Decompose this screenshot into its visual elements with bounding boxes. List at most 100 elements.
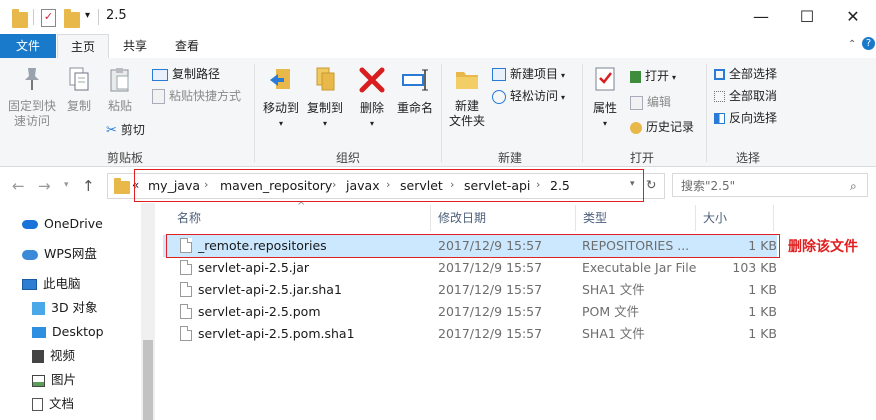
ribbon: 固定到快 速访问 复制 粘贴 复制路径 粘贴快捷方式 ✂ 剪切 剪贴板 移动到 ▾… bbox=[0, 58, 876, 167]
nav-item-label: WPS网盘 bbox=[44, 246, 97, 261]
column-divider[interactable] bbox=[575, 205, 576, 231]
paste-shortcut-button[interactable]: 粘贴快捷方式 bbox=[152, 86, 241, 106]
copy-path-icon bbox=[152, 68, 168, 81]
minimize-button[interactable]: — bbox=[738, 4, 784, 30]
refresh-icon[interactable]: ↻ bbox=[646, 177, 656, 192]
edit-label: 编辑 bbox=[647, 95, 672, 109]
tab-file[interactable]: 文件 bbox=[0, 34, 56, 58]
nav-item-3d-objects[interactable]: 3D 对象 bbox=[32, 297, 98, 319]
delete-button[interactable]: 删除 ▾ bbox=[354, 62, 390, 131]
group-label-clipboard: 剪贴板 bbox=[106, 151, 143, 165]
nav-item-desktop[interactable]: Desktop bbox=[32, 321, 104, 343]
nav-item-wps[interactable]: WPS网盘 bbox=[22, 243, 97, 265]
new-folder-button[interactable]: 新建 文件夹 bbox=[446, 62, 488, 129]
close-button[interactable]: ✕ bbox=[830, 4, 876, 30]
tab-share[interactable]: 共享 bbox=[112, 34, 158, 58]
chevron-down-icon: ▾ bbox=[561, 93, 566, 102]
nav-scrollbar-thumb[interactable] bbox=[143, 340, 153, 420]
folder-icon bbox=[114, 178, 130, 194]
chevron-down-icon: ▾ bbox=[278, 119, 283, 128]
pin-icon bbox=[25, 68, 39, 90]
chevron-down-icon[interactable]: ▾ bbox=[85, 10, 90, 26]
file-row[interactable]: servlet-api-2.5.jar 2017/12/9 15:57 Exec… bbox=[163, 257, 777, 279]
maximize-button[interactable]: ☐ bbox=[784, 4, 830, 30]
tab-view[interactable]: 查看 bbox=[164, 34, 210, 58]
file-row[interactable]: servlet-api-2.5.jar.sha1 2017/12/9 15:57… bbox=[163, 279, 777, 301]
copy-to-label: 复制到 bbox=[306, 101, 343, 115]
invert-selection-icon bbox=[714, 113, 725, 124]
edit-button[interactable]: 编辑 bbox=[630, 92, 671, 112]
column-header-date[interactable]: 修改日期 bbox=[438, 207, 486, 229]
copy-button[interactable]: 复制 bbox=[62, 62, 96, 114]
file-name: servlet-api-2.5.pom bbox=[198, 304, 321, 319]
document-icon bbox=[32, 398, 43, 411]
column-header-size[interactable]: 大小 bbox=[703, 207, 727, 229]
computer-icon bbox=[22, 279, 37, 290]
column-divider[interactable] bbox=[695, 205, 696, 231]
file-name: servlet-api-2.5.jar bbox=[198, 260, 310, 275]
file-size: 1 KB bbox=[748, 326, 777, 341]
nav-item-pictures[interactable]: 图片 bbox=[32, 369, 76, 391]
invert-selection-button[interactable]: 反向选择 bbox=[714, 108, 777, 128]
file-row[interactable]: servlet-api-2.5.pom.sha1 2017/12/9 15:57… bbox=[163, 323, 777, 345]
cut-button[interactable]: ✂ 剪切 bbox=[106, 120, 145, 140]
paste-button[interactable]: 粘贴 bbox=[102, 62, 138, 114]
select-none-button[interactable]: 全部取消 bbox=[714, 86, 777, 106]
chevron-down-icon: ▾ bbox=[369, 119, 374, 128]
new-item-button[interactable]: 新建项目 ▾ bbox=[492, 64, 565, 84]
window-title: 2.5 bbox=[106, 8, 127, 23]
move-to-button[interactable]: 移动到 ▾ bbox=[258, 62, 304, 131]
properties-quick-icon[interactable]: ✓ bbox=[41, 9, 56, 27]
history-label: 历史记录 bbox=[646, 120, 695, 134]
file-date: 2017/12/9 15:57 bbox=[438, 282, 543, 297]
move-to-label: 移动到 bbox=[262, 101, 299, 115]
nav-item-this-pc[interactable]: 此电脑 bbox=[22, 273, 81, 295]
open-button[interactable]: 打开 ▾ bbox=[630, 66, 676, 86]
copy-path-label: 复制路径 bbox=[172, 67, 221, 81]
divider bbox=[33, 9, 34, 25]
properties-icon bbox=[595, 67, 615, 91]
folder-icon bbox=[12, 9, 28, 28]
desktop-icon bbox=[32, 327, 46, 338]
chevron-up-icon[interactable]: ⌃ bbox=[848, 39, 856, 50]
copy-path-button[interactable]: 复制路径 bbox=[152, 64, 220, 84]
help-icon[interactable]: ? bbox=[862, 37, 875, 50]
nav-item-documents[interactable]: 文档 bbox=[32, 393, 74, 415]
search-input[interactable]: 搜索"2.5" bbox=[672, 173, 868, 197]
up-arrow-icon[interactable]: ↑ bbox=[82, 177, 95, 195]
history-button[interactable]: 历史记录 bbox=[630, 117, 694, 137]
open-label: 打开 bbox=[645, 69, 670, 83]
rename-button[interactable]: 重命名 bbox=[394, 62, 436, 116]
nav-item-label: Desktop bbox=[52, 324, 104, 339]
file-name: servlet-api-2.5.jar.sha1 bbox=[198, 282, 342, 297]
select-all-button[interactable]: 全部选择 bbox=[714, 64, 777, 84]
properties-label: 属性 bbox=[592, 101, 617, 115]
file-row[interactable]: servlet-api-2.5.pom 2017/12/9 15:57 POM … bbox=[163, 301, 777, 323]
file-date: 2017/12/9 15:57 bbox=[438, 304, 543, 319]
chevron-down-icon[interactable]: ▾ bbox=[64, 180, 69, 190]
chevron-down-icon: ▾ bbox=[672, 73, 677, 82]
clipboard-icon bbox=[110, 68, 129, 92]
column-header-type[interactable]: 类型 bbox=[583, 207, 607, 229]
file-size: 1 KB bbox=[748, 282, 777, 297]
file-icon bbox=[180, 326, 192, 341]
properties-button[interactable]: 属性 ▾ bbox=[586, 62, 624, 131]
address-highlight-box bbox=[134, 169, 644, 202]
file-name: servlet-api-2.5.pom.sha1 bbox=[198, 326, 355, 341]
pin-quick-access-button[interactable]: 固定到快 速访问 bbox=[4, 62, 60, 129]
column-divider[interactable] bbox=[773, 205, 774, 231]
nav-item-onedrive[interactable]: OneDrive bbox=[22, 213, 103, 235]
copy-to-button[interactable]: 复制到 ▾ bbox=[302, 62, 348, 131]
file-type: SHA1 文件 bbox=[582, 282, 645, 297]
easy-access-button[interactable]: 轻松访问 ▾ bbox=[492, 86, 565, 106]
forward-arrow-icon[interactable]: → bbox=[38, 177, 51, 195]
back-arrow-icon[interactable]: ← bbox=[12, 177, 25, 195]
nav-item-videos[interactable]: 视频 bbox=[32, 345, 75, 367]
nav-item-label: 视频 bbox=[50, 348, 76, 363]
tab-home[interactable]: 主页 bbox=[57, 34, 109, 60]
group-label-new: 新建 bbox=[497, 151, 522, 165]
column-divider[interactable] bbox=[430, 205, 431, 231]
column-header-name[interactable]: 名称 bbox=[177, 207, 201, 229]
cloud-icon bbox=[22, 249, 38, 260]
new-folder-quick-icon[interactable] bbox=[64, 9, 80, 28]
